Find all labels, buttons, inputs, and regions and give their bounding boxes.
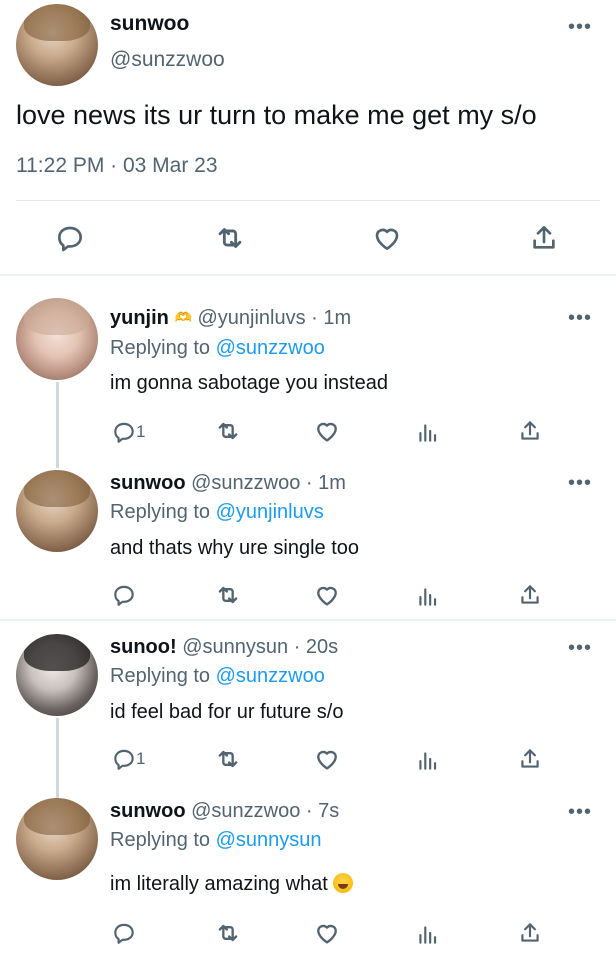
avatar[interactable]: [16, 4, 98, 86]
divider: [0, 619, 616, 621]
replying-to-handle[interactable]: @sunzzwoo: [216, 665, 325, 687]
hands-heart-icon: 🫶: [174, 309, 192, 325]
replying-to: Replying to @sunnysun: [110, 829, 322, 851]
more-options-icon[interactable]: •••: [568, 802, 592, 822]
analytics-button[interactable]: [410, 578, 446, 614]
reply-icon: [114, 749, 134, 770]
reply-author-name[interactable]: sunoo!: [110, 636, 177, 658]
share-icon: [521, 923, 539, 942]
like-button[interactable]: [309, 413, 345, 449]
share-icon: [521, 585, 539, 604]
reply-author-name[interactable]: sunwoo: [110, 472, 186, 494]
like-button[interactable]: [309, 577, 345, 613]
more-options-icon[interactable]: •••: [568, 308, 592, 328]
share-button[interactable]: [512, 577, 548, 613]
retweet-button[interactable]: [210, 741, 246, 777]
reply-icon: [58, 226, 82, 252]
avatar[interactable]: [16, 634, 98, 716]
reply-text: im literally amazing what: [110, 873, 354, 896]
avatar[interactable]: [16, 470, 98, 552]
reply-header: sunwoo @sunzzwoo · 1m: [110, 472, 346, 494]
more-options-icon[interactable]: •••: [568, 638, 592, 658]
thread-line: [56, 382, 59, 468]
more-options-icon[interactable]: •••: [568, 473, 592, 493]
reply-author-handle[interactable]: @sunzzwoo: [191, 800, 300, 822]
share-icon: [521, 421, 539, 440]
analytics-button[interactable]: [410, 742, 446, 778]
main-tweet-name[interactable]: sunwoo: [110, 12, 189, 36]
reply-author-name[interactable]: sunwoo: [110, 800, 186, 822]
share-button[interactable]: [526, 220, 562, 256]
thread-line: [56, 718, 59, 798]
analytics-button[interactable]: [410, 414, 446, 450]
reply-author-handle[interactable]: @yunjinluvs: [197, 307, 305, 329]
main-tweet-text: love news its ur turn to make me get my …: [16, 100, 537, 130]
divider: [16, 200, 600, 201]
retweet-icon: [218, 750, 238, 768]
avatar[interactable]: [16, 298, 98, 380]
retweet-icon: [218, 586, 238, 604]
replying-to: Replying to @yunjinluvs: [110, 501, 324, 523]
main-tweet-handle[interactable]: @sunzzwoo: [110, 48, 225, 72]
retweet-icon: [218, 924, 238, 942]
replying-to: Replying to @sunzzwoo: [110, 665, 325, 687]
replying-to-handle[interactable]: @yunjinluvs: [216, 501, 324, 523]
retweet-button[interactable]: [212, 220, 248, 256]
reply-count: 1: [136, 749, 146, 768]
replying-to-handle[interactable]: @sunzzwoo: [216, 337, 325, 359]
replying-to: Replying to @sunzzwoo: [110, 337, 325, 359]
laughing-emoji-icon: [333, 873, 354, 893]
more-options-icon[interactable]: •••: [568, 17, 592, 37]
retweet-button[interactable]: [210, 915, 246, 951]
share-button[interactable]: [512, 915, 548, 951]
retweet-icon: [218, 228, 242, 248]
reply-icon: [114, 923, 134, 944]
like-button[interactable]: [309, 915, 345, 951]
avatar[interactable]: [16, 798, 98, 880]
heart-icon: [317, 422, 337, 442]
heart-icon: [317, 750, 337, 770]
reply-text: id feel bad for ur future s/o: [110, 701, 344, 723]
replying-to-handle[interactable]: @sunnysun: [216, 829, 322, 851]
reply-author-name[interactable]: yunjin: [110, 307, 169, 329]
heart-icon: [317, 586, 337, 606]
analytics-icon: [419, 424, 437, 442]
share-icon: [533, 226, 555, 249]
retweet-icon: [218, 422, 238, 440]
reply-icon: [114, 422, 134, 443]
share-button[interactable]: [512, 741, 548, 777]
share-icon: [521, 749, 539, 768]
reply-time[interactable]: 1m: [323, 307, 351, 329]
reply-time[interactable]: 20s: [306, 636, 338, 658]
reply-count: 1: [136, 422, 146, 441]
heart-icon: [375, 228, 399, 250]
retweet-button[interactable]: [210, 413, 246, 449]
retweet-button[interactable]: [210, 577, 246, 613]
reply-header: sunwoo @sunzzwoo · 7s: [110, 800, 340, 822]
reply-header: yunjin 🫶 @yunjinluvs · 1m: [110, 307, 352, 329]
reply-button[interactable]: 1: [106, 741, 146, 777]
reply-text: and thats why ure single too: [110, 537, 360, 559]
like-button[interactable]: [369, 220, 405, 256]
reply-button[interactable]: [52, 220, 88, 256]
analytics-icon: [419, 588, 437, 606]
reply-button[interactable]: 1: [106, 414, 146, 450]
analytics-icon: [419, 752, 437, 770]
reply-text: im gonna sabotage you instead: [110, 372, 388, 394]
reply-time[interactable]: 7s: [318, 800, 339, 822]
reply-button[interactable]: [106, 915, 142, 951]
reply-icon: [114, 585, 134, 606]
like-button[interactable]: [309, 741, 345, 777]
divider: [0, 274, 616, 276]
reply-time[interactable]: 1m: [318, 472, 346, 494]
heart-icon: [317, 924, 337, 944]
reply-author-handle[interactable]: @sunzzwoo: [191, 472, 300, 494]
share-button[interactable]: [512, 413, 548, 449]
reply-author-handle[interactable]: @sunnysun: [182, 636, 288, 658]
reply-button[interactable]: [106, 577, 142, 613]
reply-header: sunoo! @sunnysun · 20s: [110, 636, 339, 658]
analytics-button[interactable]: [410, 916, 446, 952]
analytics-icon: [419, 926, 437, 944]
main-tweet-timestamp[interactable]: 11:22 PM · 03 Mar 23: [16, 154, 218, 178]
